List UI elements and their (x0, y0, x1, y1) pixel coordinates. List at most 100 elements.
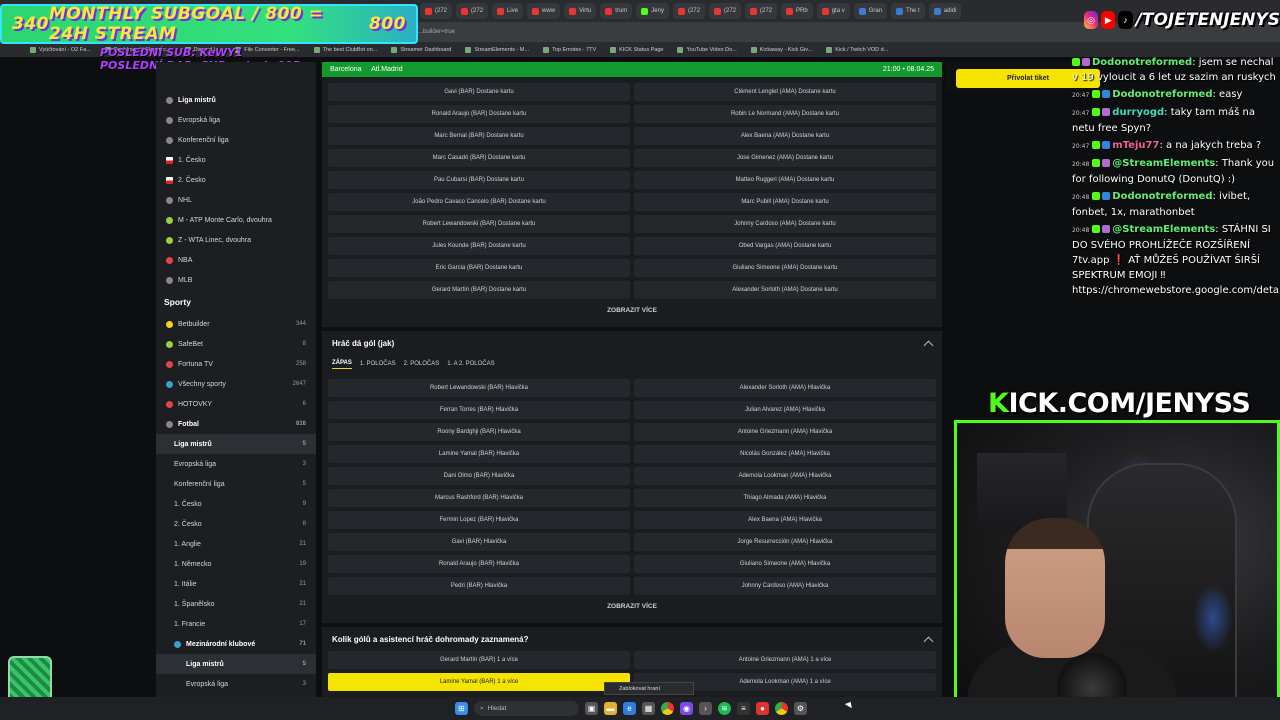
browser-tab[interactable]: (272 (708, 3, 741, 19)
browser-tab[interactable]: www (527, 3, 561, 19)
odds-selection-button[interactable]: Lamine Yamal (BAR) Hlavička (328, 445, 630, 463)
browser-tab[interactable]: gta v (816, 3, 850, 19)
odds-selection-button[interactable]: Johnny Cardoso (AMA) Dostane kartu (634, 215, 936, 233)
odds-selection-button[interactable]: Jules Kounde (BAR) Dostane kartu (328, 237, 630, 255)
odds-selection-button[interactable]: Ferran Torres (BAR) Hlavička (328, 401, 630, 419)
browser-tab[interactable]: (272 (672, 3, 705, 19)
odds-selection-button[interactable]: Obed Vargas (AMA) Dostane kartu (634, 237, 936, 255)
sidebar-favorite-item[interactable]: Liga mistrů (156, 90, 316, 110)
sidebar-league-item[interactable]: 2. Česko 8 (156, 514, 316, 534)
chrome-profile-icon[interactable] (775, 702, 788, 715)
odds-selection-button[interactable]: Alex Baena (AMA) Hlavička (634, 511, 936, 529)
sidebar-league-item[interactable]: 1. Německo 19 (156, 554, 316, 574)
odds-selection-button[interactable]: Eric Garcia (BAR) Dostane kartu (328, 259, 630, 277)
goal-show-more-button[interactable]: ZOBRAZIT VÍCE (322, 595, 942, 617)
sidebar-favorite-item[interactable]: 2. Česko (156, 170, 316, 190)
task-view-icon[interactable]: ▣ (585, 702, 598, 715)
bookmark-item[interactable]: Vyúčtování - O2 Fa... (30, 46, 91, 53)
sidebar-sport-item[interactable]: SafeBet 8 (156, 334, 316, 354)
sidebar-league-item[interactable]: 1. Česko 9 (156, 494, 316, 514)
odds-selection-button[interactable]: Robert Lewandowski (BAR) Dostane kartu (328, 215, 630, 233)
sidebar-favorite-item[interactable]: MLB (156, 270, 316, 290)
odds-selection-button[interactable]: Johnny Cardoso (AMA) Hlavička (634, 577, 936, 595)
odds-selection-button[interactable]: Marcus Rashford (BAR) Hlavička (328, 489, 630, 507)
sidebar-league-item[interactable]: Liga mistrů 5 (156, 654, 316, 674)
sidebar-league-item[interactable]: Mezinárodní klubové 71 (156, 634, 316, 654)
odds-selection-button[interactable]: Roony Bardghji (BAR) Hlavička (328, 423, 630, 441)
odds-selection-button[interactable]: Gerard Martín (BAR) Dostane kartu (328, 281, 630, 299)
browser-tab[interactable]: (272 (420, 3, 453, 19)
browser-tab[interactable]: (272 (456, 3, 489, 19)
sidebar-league-item[interactable]: 1. Anglie 21 (156, 534, 316, 554)
cards-show-more-button[interactable]: ZOBRAZIT VÍCE (322, 299, 942, 321)
obs-icon[interactable]: ● (756, 702, 769, 715)
sidebar-favorite-item[interactable]: NHL (156, 190, 316, 210)
tab-match[interactable]: ZÁPAS (332, 360, 352, 369)
odds-selection-button[interactable]: Antoine Griezmann (AMA) Hlavička (634, 423, 936, 441)
tab-half-3[interactable]: 1. A 2. POLOČAS (447, 361, 494, 367)
sidebar-favorite-item[interactable]: NBA (156, 250, 316, 270)
odds-selection-button[interactable]: Nicolás González (AMA) Hlavička (634, 445, 936, 463)
sidebar-sport-item[interactable]: HOTOVKY 6 (156, 394, 316, 414)
odds-selection-button[interactable]: Jorge Resurrección (AMA) Hlavička (634, 533, 936, 551)
tab-half-1[interactable]: 1. POLOČAS (360, 361, 396, 367)
sidebar-league-item[interactable]: 1. Španělsko 21 (156, 594, 316, 614)
odds-selection-button[interactable]: Alexander Sorloth (AMA) Hlavička (634, 379, 936, 397)
odds-selection-button[interactable]: Jose Gimenez (AMA) Dostane kartu (634, 149, 936, 167)
bookmark-item[interactable]: Top Emotes - 7TV (543, 46, 596, 53)
odds-selection-button[interactable]: Matteo Ruggeri (AMA) Dostane kartu (634, 171, 936, 189)
sidebar-favorite-item[interactable]: Evropská liga (156, 110, 316, 130)
browser-tab[interactable]: Gran (853, 3, 888, 19)
taskbar-search[interactable]: ⌕ Hledat (474, 701, 579, 716)
odds-selection-button[interactable]: Gavi (BAR) Dostane kartu (328, 83, 630, 101)
odds-selection-button[interactable]: Alexander Sorloth (AMA) Dostane kartu (634, 281, 936, 299)
sidebar-favorite-item[interactable]: Konferenční liga (156, 130, 316, 150)
browser-tab[interactable]: Live (492, 3, 524, 19)
browser-tab[interactable]: (272 (745, 3, 778, 19)
terminal-icon[interactable]: › (699, 702, 712, 715)
odds-selection-button[interactable]: Marc Bernal (BAR) Dostane kartu (328, 127, 630, 145)
odds-selection-button[interactable]: Ronald Araujo (BAR) Hlavička (328, 555, 630, 573)
browser-tab[interactable]: adidi (928, 3, 962, 19)
odds-selection-button[interactable]: Giuliano Simeone (AMA) Hlavička (634, 555, 936, 573)
odds-selection-button[interactable]: Robin Le Normand (AMA) Dostane kartu (634, 105, 936, 123)
assist-market-header[interactable]: Kolik gólů a asistencí hráč dohromady za… (322, 627, 942, 651)
bookmark-item[interactable]: StreamElements - M... (465, 46, 529, 53)
block-gambling-popup[interactable]: Zablokovat hraní (604, 682, 694, 695)
store-icon[interactable]: ▦ (642, 702, 655, 715)
odds-selection-button[interactable]: Ademola Lookman (AMA) Hlavička (634, 467, 936, 485)
settings-icon[interactable]: ⚙ (794, 702, 807, 715)
odds-selection-button[interactable]: Fermin Lopez (BAR) Hlavička (328, 511, 630, 529)
odds-selection-button[interactable]: Robert Lewandowski (BAR) Hlavička (328, 379, 630, 397)
spotify-icon[interactable]: ≋ (718, 702, 731, 715)
odds-selection-button[interactable]: Julian Alvarez (AMA) Hlavička (634, 401, 936, 419)
windows-start-icon[interactable]: ⊞ (455, 702, 468, 715)
file-explorer-icon[interactable]: ▬ (604, 702, 617, 715)
sidebar-favorite-item[interactable]: M - ATP Monte Carlo, dvouhra (156, 210, 316, 230)
bookmark-item[interactable]: Kickaway - Kick Giv... (750, 46, 812, 53)
sidebar-league-item[interactable]: 1. Francie 17 (156, 614, 316, 634)
chrome-icon[interactable] (661, 702, 674, 715)
sidebar-league-item[interactable]: Liga mistrů 5 (156, 434, 316, 454)
browser-tab[interactable]: trum (600, 3, 633, 19)
browser-tab[interactable]: The t (891, 3, 925, 19)
odds-selection-button[interactable]: Pedri (BAR) Hlavička (328, 577, 630, 595)
bookmark-item[interactable]: Kick / Twitch VOD d... (826, 46, 888, 53)
sidebar-sport-item[interactable]: Všechny sporty 2647 (156, 374, 316, 394)
bookmark-item[interactable]: KICK Status Page (610, 46, 663, 53)
browser-tab[interactable]: PRb (781, 3, 813, 19)
bookmark-item[interactable]: The best ClubBot on... (313, 46, 377, 53)
sidebar-league-item[interactable]: 1. Itálie 21 (156, 574, 316, 594)
odds-selection-button[interactable]: Giuliano Simeone (AMA) Dostane kartu (634, 259, 936, 277)
discord-icon[interactable]: ◉ (680, 702, 693, 715)
bookmark-item[interactable]: Streamer Dashboard (391, 46, 451, 53)
goal-market-header[interactable]: Hráč dá gól (jak) (322, 331, 942, 355)
odds-selection-button[interactable]: Dani Olmo (BAR) Hlavička (328, 467, 630, 485)
bookmark-item[interactable]: YouTube Video Do... (677, 46, 737, 53)
odds-selection-button[interactable]: Clément Lenglet (AMA) Dostane kartu (634, 83, 936, 101)
app-icon[interactable]: ≡ (737, 702, 750, 715)
odds-selection-button[interactable]: Marc Pubill (AMA) Dostane kartu (634, 193, 936, 211)
odds-selection-button[interactable]: Alex Baena (AMA) Dostane kartu (634, 127, 936, 145)
sidebar-sport-item[interactable]: Fotbal 816 (156, 414, 316, 434)
odds-selection-button[interactable]: Thiago Almada (AMA) Hlavička (634, 489, 936, 507)
